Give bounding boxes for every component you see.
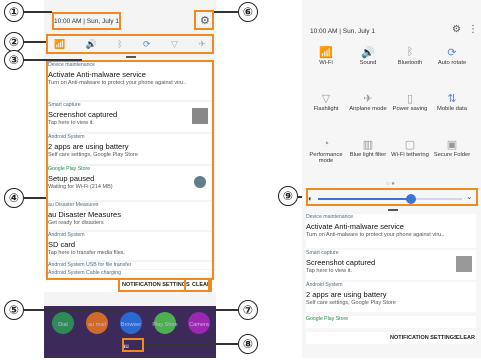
- notification-text: Self care settings, Google Play Store: [306, 300, 396, 306]
- notification-source: Google Play Store: [306, 316, 349, 322]
- callout-1: ①: [4, 2, 24, 22]
- tile-label: Mobile data: [437, 106, 467, 112]
- bluetooth-icon: ᛒ: [406, 46, 414, 58]
- app-label: Play Store: [152, 322, 178, 328]
- highlight-box-notifications: [46, 60, 214, 280]
- wifi-icon: 📶: [319, 47, 333, 59]
- tile-label: Secure Folder: [433, 152, 471, 158]
- folder-icon: ▣: [446, 139, 458, 151]
- callout-3: ③: [4, 50, 24, 70]
- notification-settings-button[interactable]: NOTIFICATION SETTINGS: [390, 335, 458, 341]
- notification-title: Activate Anti-malware service: [306, 222, 404, 231]
- notification-source: Device maintenance: [306, 214, 354, 220]
- callout-6: ⑥: [238, 2, 258, 22]
- tile-label: Airplane mode: [349, 106, 387, 112]
- airplane-icon: ✈: [363, 93, 373, 105]
- tile-auto-rotate[interactable]: ⟳ Auto rotate: [432, 46, 472, 66]
- notification-actions: NOTIFICATION SETTINGS CLEAR: [306, 332, 476, 344]
- highlight-box-quick: [46, 34, 214, 54]
- tile-blue-light[interactable]: ▥ Blue light filter: [348, 138, 388, 158]
- performance-icon: ◔: [322, 138, 330, 150]
- tethering-icon: ▢: [404, 139, 416, 151]
- notification-item[interactable]: Device maintenance Activate Anti-malware…: [306, 214, 476, 248]
- callout-8: ⑧: [238, 334, 258, 354]
- tile-mobile-data[interactable]: ⇅ Mobile data: [432, 92, 472, 112]
- tile-secure-folder[interactable]: ▣ Secure Folder: [432, 138, 472, 158]
- callout-4: ④: [4, 188, 24, 208]
- notification-source: Smart capture: [306, 250, 339, 256]
- tile-tethering[interactable]: ▢ Wi-Fi tethering: [390, 138, 430, 158]
- tile-airplane[interactable]: ✈ Airplane mode: [348, 92, 388, 112]
- notification-item[interactable]: Google Play Store: [306, 316, 476, 328]
- screenshot-thumbnail: [456, 256, 472, 272]
- callout-2: ②: [4, 32, 24, 52]
- notification-text: Turn on Anti-malware to protect your pho…: [306, 232, 445, 238]
- highlight-box-brightness: [306, 188, 478, 206]
- settings-gear-icon[interactable]: ⚙: [452, 24, 461, 35]
- tile-label: Bluetooth: [397, 60, 423, 66]
- highlight-box-carrier: [122, 338, 144, 352]
- notification-text: Tap here to view it.: [306, 268, 352, 274]
- date-time: 10:00 AM | Sun, July 1: [310, 28, 375, 35]
- app-label: Dial: [58, 322, 68, 328]
- callout-9: ⑨: [278, 186, 298, 206]
- tile-label: Blue light filter: [349, 152, 387, 158]
- battery-icon: ▯: [406, 93, 414, 105]
- tile-label: Sound: [359, 60, 377, 66]
- notification-title: Screenshot captured: [306, 258, 376, 267]
- notification-item[interactable]: Android System 2 apps are using battery …: [306, 282, 476, 312]
- rotate-icon: ⟳: [447, 47, 457, 59]
- more-options-icon[interactable]: ⋮: [468, 24, 478, 35]
- tile-label: Wi-Fi: [319, 60, 333, 66]
- notification-title: 2 apps are using battery: [306, 290, 387, 299]
- tile-flashlight[interactable]: ▽ Flashlight: [306, 92, 346, 112]
- app-label: Camera: [189, 322, 209, 328]
- data-icon: ⇅: [447, 93, 457, 105]
- tile-label: Performance mode: [309, 152, 343, 164]
- tile-label: Flashlight: [313, 106, 339, 112]
- clear-button[interactable]: CLEAR: [456, 335, 475, 341]
- tile-label: Wi-Fi tethering: [391, 152, 429, 158]
- tile-label: Auto rotate: [437, 60, 467, 66]
- callout-7: ⑦: [238, 300, 258, 320]
- page-indicator: ○ ●: [386, 181, 395, 187]
- tile-performance[interactable]: ◔ Performance mode: [306, 138, 346, 164]
- notification-source: Android System: [306, 282, 343, 288]
- expand-handle[interactable]: [126, 56, 136, 58]
- highlight-box-date: [52, 12, 121, 30]
- sound-icon: 🔊: [361, 47, 375, 59]
- app-label: Browser: [120, 322, 142, 328]
- highlight-box-clear: [184, 278, 212, 292]
- app-label: au mail: [88, 322, 106, 328]
- tile-power-saving[interactable]: ▯ Power saving: [390, 92, 430, 112]
- expand-handle[interactable]: [388, 209, 398, 211]
- notification-item[interactable]: Smart capture Screenshot captured Tap he…: [306, 250, 476, 280]
- callout-5: ⑤: [4, 300, 24, 320]
- tile-label: Power saving: [392, 106, 428, 112]
- tile-wifi[interactable]: 📶 Wi-Fi: [306, 46, 346, 66]
- tile-bluetooth[interactable]: ᛒ Bluetooth: [390, 46, 430, 66]
- highlight-box-gear: [194, 10, 214, 30]
- flashlight-icon: ▽: [321, 93, 331, 105]
- tile-sound[interactable]: 🔊 Sound: [348, 46, 388, 66]
- bluelight-icon: ▥: [362, 139, 374, 151]
